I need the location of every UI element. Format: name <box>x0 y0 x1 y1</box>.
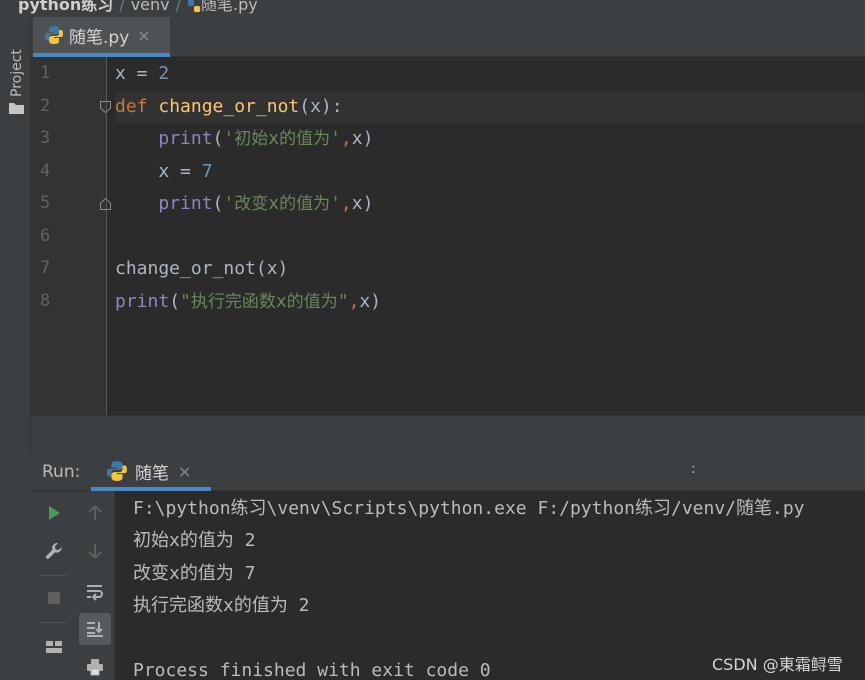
run-icon[interactable] <box>38 497 70 529</box>
wrench-icon[interactable] <box>38 535 70 567</box>
line-number: 4 <box>40 161 51 181</box>
code-token: ' <box>330 193 341 214</box>
layout-icon[interactable] <box>38 631 70 663</box>
code-line[interactable]: x = 2 <box>115 58 169 90</box>
code-token: print <box>158 193 213 214</box>
code-token: 执行完函数 <box>190 292 276 312</box>
run-title: Run: <box>42 462 81 482</box>
code-token: ' <box>223 193 235 214</box>
code-token: print <box>158 128 213 149</box>
code-line[interactable]: def change_or_not(x): <box>115 91 343 123</box>
code-token: " <box>337 291 349 312</box>
code-token: x <box>275 291 287 312</box>
python-file-icon <box>187 0 201 12</box>
code-line[interactable]: x = 7 <box>115 156 213 188</box>
close-icon[interactable]: × <box>137 26 150 45</box>
code-editor[interactable]: 1 2 3 4 5 6 7 8 x = 2 def change_or_not(x… <box>31 57 865 415</box>
run-toolbar <box>31 491 115 680</box>
tool-window-splitter[interactable] <box>31 415 865 455</box>
breadcrumb-separator: / <box>175 0 182 14</box>
code-token: 的值为 <box>279 194 331 214</box>
code-token: 7 <box>201 161 213 182</box>
console-output-line: 执行完函数x的值为 2 <box>133 595 310 616</box>
breadcrumb-project[interactable]: python练习 <box>18 0 113 14</box>
folder-icon <box>9 103 24 114</box>
run-tab-label: 随笔 <box>135 463 169 484</box>
up-arrow-icon[interactable] <box>79 497 111 529</box>
code-area[interactable]: x = 2 def change_or_not(x): print('初始x的值为… <box>115 57 865 415</box>
code-token: " <box>180 291 191 312</box>
editor-tab-bar: 随笔.py × <box>31 17 865 57</box>
breadcrumb-separator: / <box>119 0 125 14</box>
python-file-icon <box>45 26 63 44</box>
line-number: 3 <box>40 128 51 148</box>
breadcrumb: python练习 / venv / 随笔.py <box>0 0 865 17</box>
stop-icon[interactable] <box>38 582 70 614</box>
code-token: change_or_not <box>158 96 300 117</box>
code-token: x) <box>359 291 382 312</box>
code-token: (x): <box>299 96 343 117</box>
line-number: 5 <box>40 193 51 213</box>
code-token: change_or_not(x) <box>115 258 289 279</box>
code-line[interactable]: print("执行完函数x的值为",x) <box>115 286 381 318</box>
code-token: 2 <box>158 63 170 84</box>
project-tool-button[interactable]: Project <box>0 27 31 123</box>
soft-wrap-icon[interactable] <box>79 576 111 608</box>
console-exit-line: Process finished with exit code 0 <box>133 660 491 680</box>
code-token: x <box>268 193 280 214</box>
code-token: , <box>340 128 352 149</box>
run-tab-suibi[interactable]: 随笔 × <box>91 455 211 491</box>
line-number: 7 <box>40 258 51 278</box>
line-number: 2 <box>40 96 51 116</box>
code-line[interactable]: print('初始x的值为',x) <box>115 123 373 155</box>
code-token: , <box>348 291 360 312</box>
code-token: def <box>115 96 159 117</box>
down-arrow-icon[interactable] <box>79 535 111 567</box>
line-number: 1 <box>40 63 51 83</box>
watermark: CSDN @東霜鲟雪 <box>712 655 843 674</box>
code-token: x = <box>115 161 202 182</box>
run-tool-window-header: Run: 随笔 × : <box>31 455 865 491</box>
breadcrumb-file[interactable]: 随笔.py <box>201 0 258 14</box>
print-icon[interactable] <box>79 651 111 680</box>
code-token: x = <box>115 63 159 84</box>
left-tool-strip: Project <box>0 17 31 457</box>
console-output-line: 初始x的值为 2 <box>133 530 256 551</box>
more-options-icon[interactable]: : <box>691 461 696 477</box>
line-number: 8 <box>40 291 51 311</box>
project-label: Project <box>9 49 25 97</box>
fold-end-icon[interactable] <box>99 197 112 211</box>
code-token: , <box>340 193 352 214</box>
code-line[interactable]: print('改变x的值为',x) <box>115 188 373 220</box>
python-run-config-icon <box>107 461 127 481</box>
breadcrumb-folder[interactable]: venv <box>131 0 170 14</box>
code-token: ' <box>330 128 341 149</box>
code-token: ( <box>212 128 224 149</box>
code-token: ( <box>212 193 224 214</box>
line-number: 6 <box>40 226 51 246</box>
code-token: ( <box>169 291 181 312</box>
code-token: 的值为 <box>286 292 338 312</box>
fold-open-icon[interactable] <box>99 100 112 114</box>
line-number-gutter: 1 2 3 4 5 6 7 8 <box>31 57 111 415</box>
console-output-line: 改变x的值为 7 <box>133 563 256 584</box>
run-left-strip <box>0 455 31 680</box>
code-token: x <box>268 128 280 149</box>
editor-tab-label: 随笔.py <box>69 27 130 48</box>
code-token: 的值为 <box>279 129 331 149</box>
console-command-line: F:\python练习\venv\Scripts\python.exe F:/p… <box>133 498 805 519</box>
editor-tab-suibi[interactable]: 随笔.py × <box>33 17 170 57</box>
code-token: 初始 <box>234 129 269 149</box>
code-token: print <box>115 291 170 312</box>
code-token: ' <box>223 128 235 149</box>
code-token: x) <box>351 193 374 214</box>
close-icon[interactable]: × <box>178 462 191 481</box>
scroll-to-end-icon[interactable] <box>79 613 111 645</box>
code-line[interactable]: change_or_not(x) <box>115 253 288 285</box>
code-token: x) <box>351 128 374 149</box>
code-token: 改变 <box>234 194 269 214</box>
